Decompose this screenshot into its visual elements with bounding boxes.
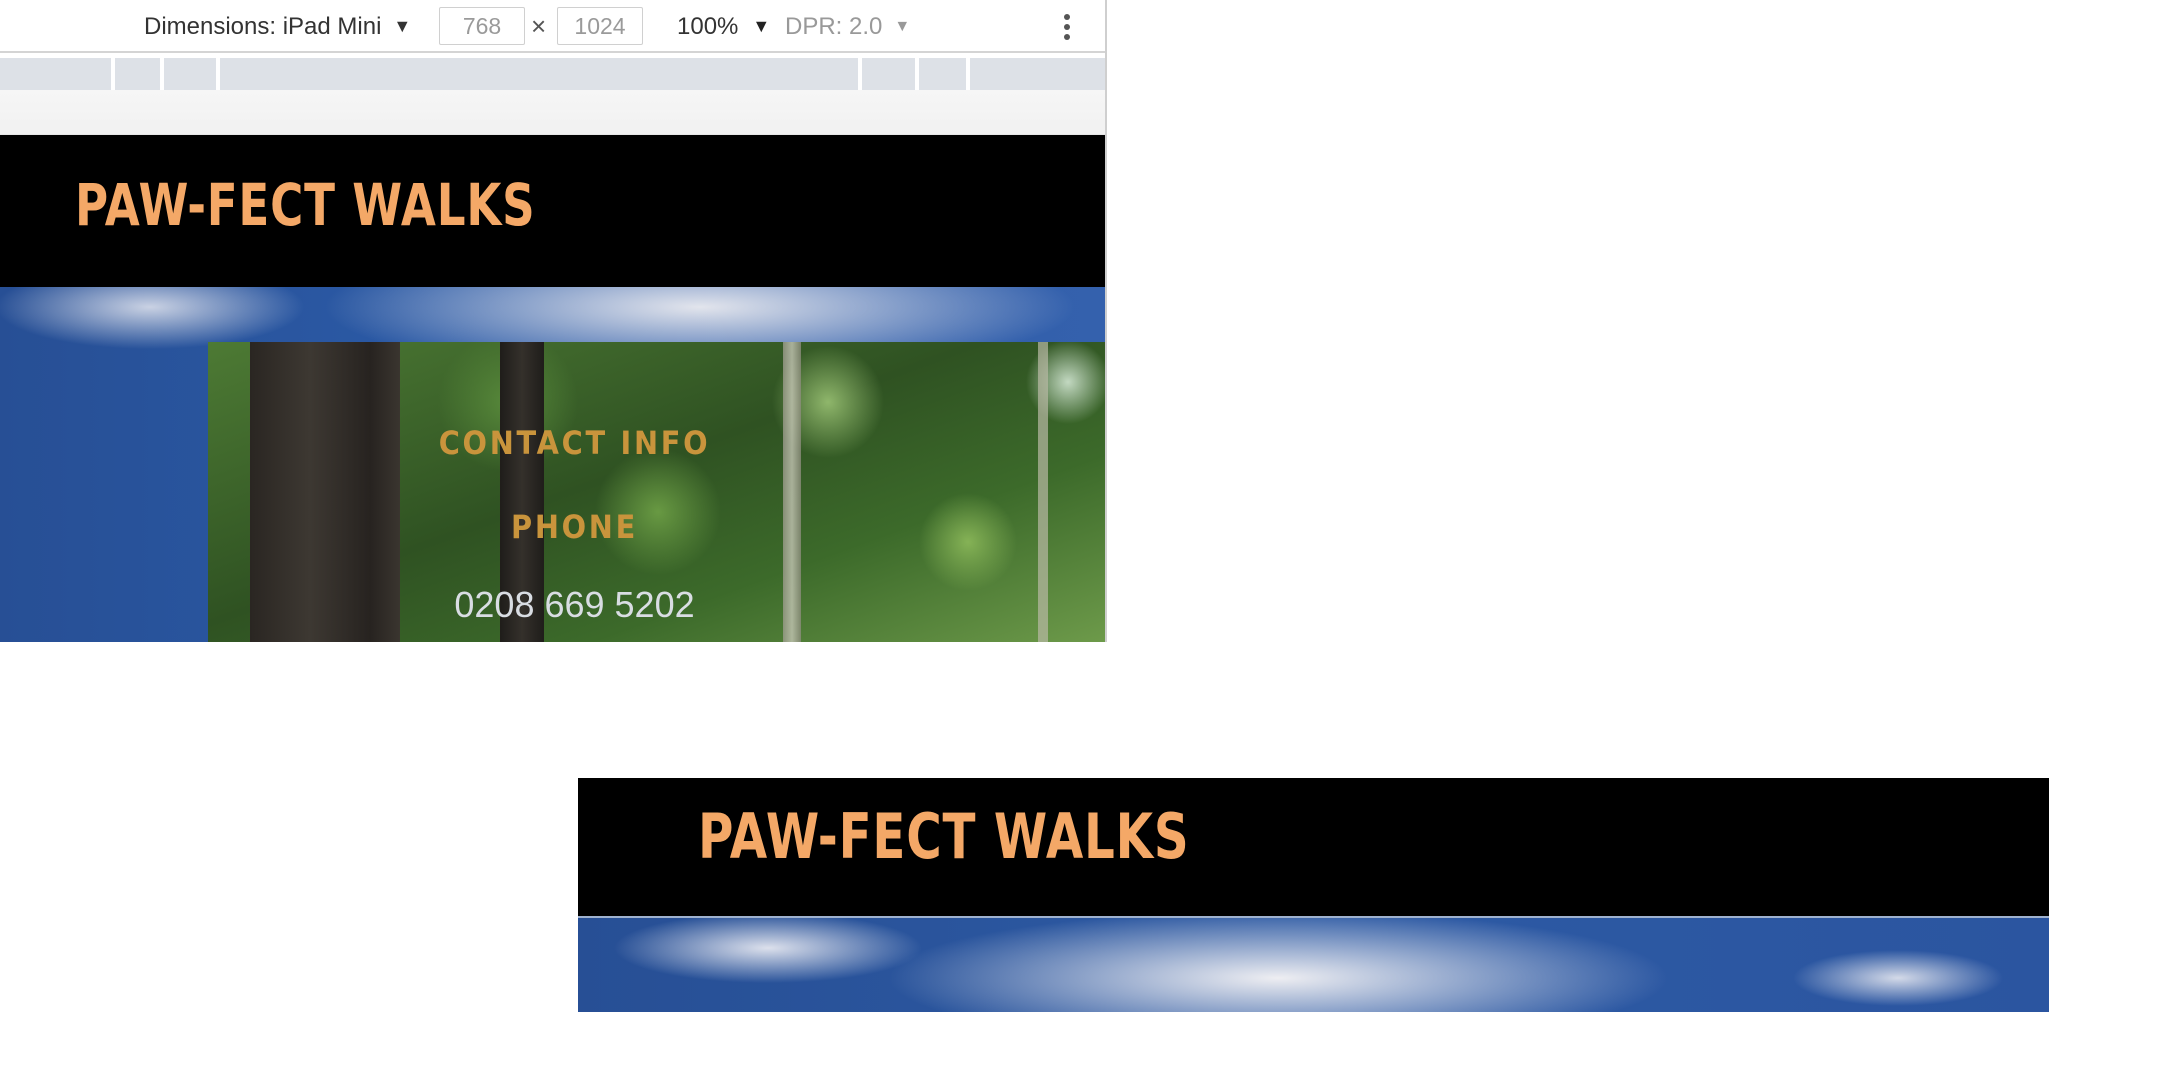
ruler-strip <box>0 90 1105 135</box>
site-logo-text[interactable]: PAW-FECT WALKS <box>698 800 1190 873</box>
device-emulation-panel: Dimensions: iPad Mini ▼ 768 × 1024 100% … <box>0 0 1107 642</box>
media-query-segment[interactable] <box>114 58 161 90</box>
height-input[interactable]: 1024 <box>557 7 643 45</box>
dpr-label: DPR: 2.0 <box>785 12 883 40</box>
phone-heading: PHONE <box>511 508 638 546</box>
site-preview: PAW-FECT WALKS <box>578 778 2049 1012</box>
dimensions-select[interactable]: Dimensions: iPad Mini ▼ <box>144 0 411 53</box>
device-toolbar: Dimensions: iPad Mini ▼ 768 × 1024 100% … <box>0 0 1105 53</box>
media-query-segment[interactable] <box>918 58 966 90</box>
dropdown-caret-icon: ▼ <box>393 16 412 36</box>
site-header: PAW-FECT WALKS <box>0 135 1105 287</box>
media-query-segment[interactable] <box>220 58 858 90</box>
dimensions-label: Dimensions: iPad Mini <box>144 12 382 40</box>
hero-sky-image: CONTACT INFO PHONE 0208 669 5202 <box>0 287 1105 642</box>
more-options-icon[interactable] <box>1052 0 1082 53</box>
dpr-select[interactable]: DPR: 2.0 ▼ <box>785 0 910 53</box>
times-icon: × <box>531 11 547 41</box>
hero-sky-image <box>578 916 2049 1012</box>
site-logo-text[interactable]: PAW-FECT WALKS <box>75 171 536 239</box>
media-query-bar <box>0 58 1105 90</box>
media-query-segment[interactable] <box>861 58 915 90</box>
zoom-label: 100% <box>677 12 739 40</box>
width-input[interactable]: 768 <box>439 7 525 45</box>
dropdown-caret-icon: ▼ <box>894 17 911 35</box>
site-header: PAW-FECT WALKS <box>578 778 2049 916</box>
contact-section: CONTACT INFO PHONE 0208 669 5202 <box>208 342 1105 642</box>
phone-number[interactable]: 0208 669 5202 <box>126 584 1023 626</box>
zoom-select[interactable]: 100% ▼ <box>677 0 770 53</box>
media-query-segment[interactable] <box>969 58 1105 90</box>
media-query-segment[interactable] <box>0 58 111 90</box>
contact-heading: CONTACT INFO <box>438 424 711 462</box>
dropdown-caret-icon: ▼ <box>752 16 771 36</box>
media-query-segment[interactable] <box>164 58 217 90</box>
